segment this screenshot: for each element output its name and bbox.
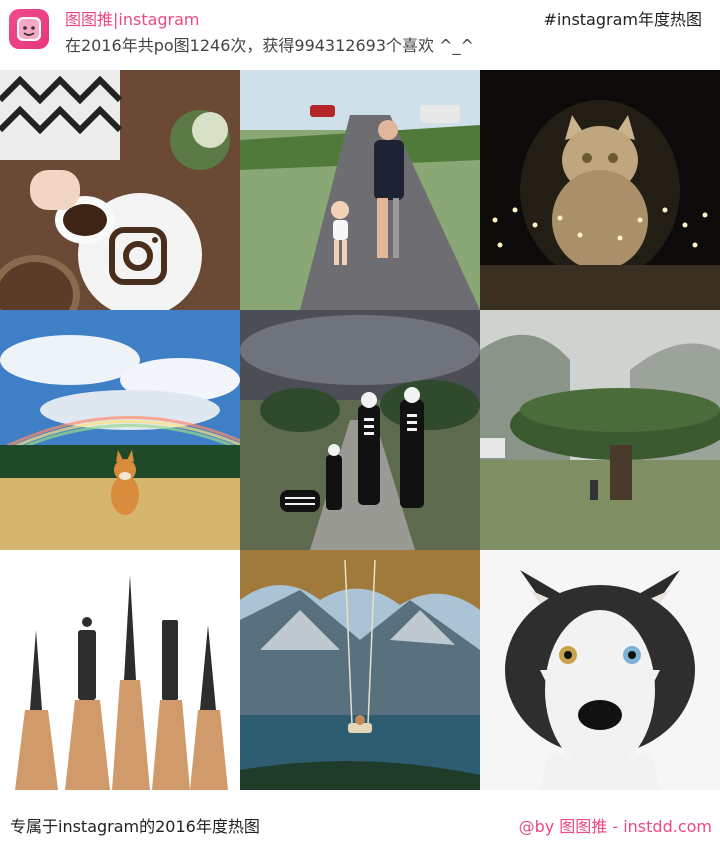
- photo-grid: [0, 70, 720, 790]
- hashtag-title: #instagram年度热图: [543, 10, 702, 29]
- coffee-beans-instagram-logo-photo[interactable]: [0, 70, 240, 310]
- cat-with-fairy-lights-photo[interactable]: [480, 70, 720, 310]
- yearly-stats: 在2016年共po图1246次，获得994312693个喜欢 ^_^: [65, 36, 474, 55]
- brand-title[interactable]: 图图推|instagram: [65, 6, 200, 30]
- footer-credit-link[interactable]: @by 图图推 - instdd.com: [519, 813, 712, 837]
- footer-caption: 专属于instagram的2016年度热图: [10, 817, 260, 836]
- app-logo-icon: [9, 9, 49, 49]
- pencil-tip-landmark-carvings-photo[interactable]: [0, 550, 240, 790]
- swing-over-fjord-photo[interactable]: [240, 550, 480, 790]
- mushroom-shaped-tree-photo[interactable]: [480, 310, 720, 550]
- header: 图图推|instagram 在2016年共po图1246次，获得99431269…: [0, 0, 720, 70]
- family-skeleton-costumes-photo[interactable]: [240, 310, 480, 550]
- shiba-inu-rainbow-field-photo[interactable]: [0, 310, 240, 550]
- husky-heterochromia-portrait-photo[interactable]: [480, 550, 720, 790]
- mother-with-prosthetic-leg-and-toddler-photo[interactable]: [240, 70, 480, 310]
